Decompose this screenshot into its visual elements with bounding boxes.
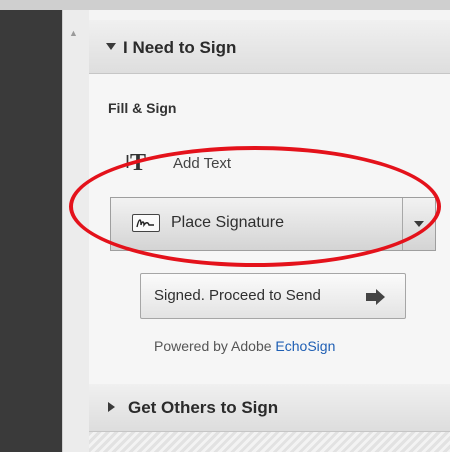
place-signature-split-button: Place Signature xyxy=(110,197,436,251)
arrow-right-icon xyxy=(366,289,385,305)
dropdown-arrow-icon xyxy=(414,221,424,227)
section-header-i-need-to-sign[interactable]: I Need to Sign xyxy=(89,20,450,74)
place-signature-dropdown[interactable] xyxy=(403,198,435,250)
powered-by-text: Powered by Adobe EchoSign xyxy=(154,338,335,354)
section-title: Get Others to Sign xyxy=(128,398,279,417)
text-tool-icon: T xyxy=(130,150,147,176)
section-header-get-others-to-sign[interactable]: Get Others to Sign xyxy=(89,384,450,432)
fill-sign-content: Fill & Sign I T Add Text Place Signature… xyxy=(89,74,450,385)
scrollbar[interactable]: ▲ xyxy=(62,10,90,452)
echosign-link[interactable]: EchoSign xyxy=(275,338,335,354)
fill-sign-heading: Fill & Sign xyxy=(108,100,177,116)
signature-icon xyxy=(132,214,160,232)
proceed-to-send-label: Signed. Proceed to Send xyxy=(154,287,321,304)
chevron-up-icon[interactable]: ▲ xyxy=(69,28,78,38)
panel-empty-area xyxy=(89,432,450,452)
section-title: I Need to Sign xyxy=(123,38,237,57)
add-text-label: Add Text xyxy=(173,155,232,172)
proceed-to-send-button[interactable]: Signed. Proceed to Send xyxy=(140,273,406,319)
document-area xyxy=(0,10,62,452)
caret-down-icon xyxy=(106,43,116,50)
place-signature-button[interactable]: Place Signature xyxy=(111,198,402,250)
place-signature-label: Place Signature xyxy=(171,214,284,231)
sign-panel: I Need to Sign Fill & Sign I T Add Text … xyxy=(89,10,450,452)
powered-by-prefix: Powered by Adobe xyxy=(154,338,276,354)
caret-right-icon xyxy=(108,402,115,412)
